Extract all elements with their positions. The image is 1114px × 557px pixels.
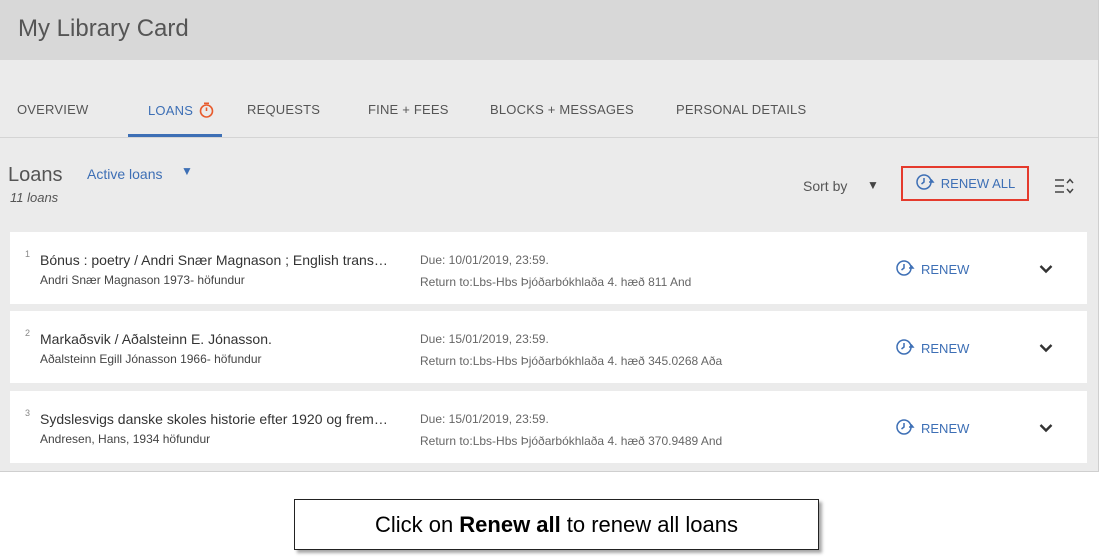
caret-down-icon[interactable]: ▼ [181, 164, 193, 178]
caret-down-icon[interactable]: ▼ [867, 178, 879, 192]
loan-index: 2 [25, 328, 31, 338]
tab-loans[interactable]: LOANS [148, 102, 214, 121]
renew-all-icon [915, 173, 935, 194]
loan-title[interactable]: Sydslesvigs danske skoles historie efter… [40, 411, 390, 427]
renew-icon [895, 338, 915, 359]
tab-blocks-messages[interactable]: BLOCKS + MESSAGES [490, 102, 634, 117]
loan-index: 3 [25, 408, 31, 418]
loan-due-date: Due: 15/01/2019, 23:59. [420, 412, 549, 426]
renew-label: RENEW [921, 341, 970, 356]
renew-icon [895, 418, 915, 439]
renew-icon [895, 259, 915, 280]
loan-row: 1 Bónus : poetry / Andri Snær Magnason ;… [10, 232, 1087, 304]
caption-prefix: Click on [375, 511, 454, 537]
page-header: My Library Card [0, 0, 1098, 60]
renew-button[interactable]: RENEW [895, 338, 969, 359]
loans-filter-select[interactable]: Active loans [87, 166, 162, 182]
loan-return-location: Return to:Lbs-Hbs Þjóðarbókhlaða 4. hæð … [420, 354, 723, 368]
loans-header: Loans Active loans ▼ 11 loans Sort by ▼ … [0, 138, 1098, 230]
loan-row: 3 Sydslesvigs danske skoles historie eft… [10, 391, 1087, 463]
tab-personal-details[interactable]: PERSONAL DETAILS [676, 102, 806, 117]
renew-all-button[interactable]: RENEW ALL [901, 166, 1029, 201]
renew-all-label: RENEW ALL [940, 176, 1016, 191]
loan-return-location: Return to:Lbs-Hbs Þjóðarbókhlaða 4. hæð … [420, 275, 692, 289]
active-tab-indicator [128, 134, 222, 137]
timer-icon [199, 102, 214, 121]
loan-author: Andri Snær Magnason 1973- höfundur [40, 273, 245, 287]
tab-bar: OVERVIEW LOANS REQUESTS FINE + FEES BLOC… [0, 86, 1098, 138]
caption-bold: Renew all [459, 511, 561, 537]
loan-author: Andresen, Hans, 1934 höfundur [40, 432, 211, 446]
renew-button[interactable]: RENEW [895, 259, 969, 280]
renew-label: RENEW [921, 262, 970, 277]
page-title: My Library Card [18, 15, 189, 42]
chevron-down-icon[interactable] [1039, 261, 1053, 279]
instruction-caption: Click on Renew all to renew all loans [294, 499, 819, 550]
renew-label: RENEW [921, 421, 970, 436]
loan-index: 1 [25, 249, 31, 259]
caption-suffix: to renew all loans [566, 511, 738, 537]
loan-due-date: Due: 15/01/2019, 23:59. [420, 332, 549, 346]
library-card-window: My Library Card OVERVIEW LOANS REQUESTS … [0, 0, 1099, 472]
loan-title[interactable]: Bónus : poetry / Andri Snær Magnason ; E… [40, 252, 390, 268]
chevron-down-icon[interactable] [1039, 420, 1053, 438]
tab-overview[interactable]: OVERVIEW [17, 102, 88, 117]
list-sort-icon[interactable] [1054, 177, 1074, 200]
loans-count: 11 loans [10, 190, 59, 205]
loan-due-date: Due: 10/01/2019, 23:59. [420, 253, 549, 267]
loan-title[interactable]: Markaðsvik / Aðalsteinn E. Jónasson. [40, 331, 390, 347]
tab-requests[interactable]: REQUESTS [247, 102, 320, 117]
sort-by-select[interactable]: Sort by [803, 178, 847, 194]
renew-button[interactable]: RENEW [895, 418, 969, 439]
tab-fine-fees[interactable]: FINE + FEES [368, 102, 449, 117]
loan-return-location: Return to:Lbs-Hbs Þjóðarbókhlaða 4. hæð … [420, 434, 723, 448]
chevron-down-icon[interactable] [1039, 340, 1053, 358]
tab-loans-label: LOANS [148, 103, 194, 118]
loan-row: 2 Markaðsvik / Aðalsteinn E. Jónasson. A… [10, 311, 1087, 383]
loans-heading: Loans [8, 164, 63, 186]
loan-author: Aðalsteinn Egill Jónasson 1966- höfundur [40, 352, 262, 366]
